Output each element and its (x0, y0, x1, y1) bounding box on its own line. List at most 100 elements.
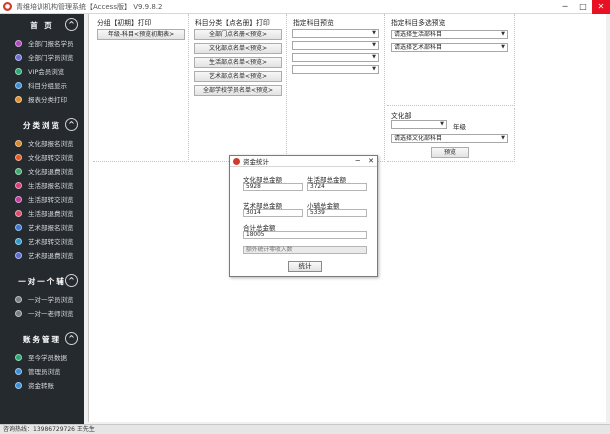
sidebar-item-tutor-students[interactable]: 一对一学员浏览 (0, 292, 84, 306)
app-logo-icon: ● (3, 2, 12, 11)
transfer-icon (15, 195, 22, 203)
panel-multi-subject: 指定科目多选预览 请选择生活部科目 ▼ 请选择艺术部科目 ▼ (387, 14, 515, 106)
culture-roll-preview-button[interactable]: 文化部点名单<预览> (194, 43, 282, 54)
panel-grade-print: 分组【初期】打印 年级-科目<预览初期表> (93, 14, 189, 162)
school-roll-preview-button[interactable]: 全部学校学员名单<预览> (194, 85, 282, 96)
culture-preview-button[interactable]: 预览 (431, 147, 469, 158)
dialog-close-button[interactable]: ✕ (368, 157, 374, 165)
specified-combo-3[interactable]: ▼ (292, 53, 379, 62)
sidebar-item-tutor-teachers[interactable]: 一对一老师浏览 (0, 306, 84, 320)
dropdown-arrow-icon: ▼ (372, 30, 376, 36)
list-icon (15, 223, 22, 231)
dialog-title: 资金统计 (243, 158, 269, 166)
refund-icon (15, 209, 22, 217)
sidebar-section-finance[interactable]: 账务管理 ^ (0, 328, 84, 350)
title-bar: ● 青维培训机构管理系统【Access版】 V9.9.8.2 ─ □ ✕ (0, 0, 610, 14)
dropdown-arrow-icon: ▼ (372, 42, 376, 48)
dropdown-arrow-icon: ▼ (501, 31, 505, 37)
art-total-field[interactable]: 3014 (243, 209, 303, 217)
dialog-minimize-button[interactable]: ─ (356, 157, 360, 165)
panel-culture: 文化部 ▼ 年级 请选择文化部科目 ▼ 预览 (387, 108, 515, 162)
print-icon (15, 95, 22, 103)
sidebar-item-art-refund[interactable]: 艺术部退费浏览 (0, 248, 84, 262)
dropdown-arrow-icon: ▼ (440, 121, 444, 127)
specified-combo-4[interactable]: ▼ (292, 65, 379, 74)
dialog-title-bar: 资金统计 ─ ✕ (230, 156, 377, 167)
tutor-total-field[interactable]: 5339 (307, 209, 367, 217)
admin-icon (15, 367, 22, 375)
group-icon (15, 81, 22, 89)
refund-icon (15, 251, 22, 259)
sidebar-item-art-enroll[interactable]: 艺术部报名浏览 (0, 220, 84, 234)
list-icon (15, 181, 22, 189)
maximize-button[interactable]: □ (574, 0, 592, 14)
sidebar-section-tutoring[interactable]: 一对一个辅 ^ (0, 270, 84, 292)
dropdown-arrow-icon: ▼ (372, 54, 376, 60)
sidebar-item-admin[interactable]: 管理员浏览 (0, 364, 84, 378)
grand-total-field[interactable]: 18005 (243, 231, 367, 239)
culture-subject-combo[interactable]: 请选择文化部科目 ▼ (391, 134, 508, 143)
all-roll-preview-button[interactable]: 全部门点名册<预览> (194, 29, 282, 40)
fund-stats-dialog: 资金统计 ─ ✕ 文化部总金额 5928 生活部总金额 3724 艺术部总金额 … (229, 155, 378, 277)
window-title: 青维培训机构管理系统【Access版】 V9.9.8.2 (16, 2, 163, 11)
sidebar-item-all-enrolled[interactable]: 全部门报名学员 (0, 36, 84, 50)
panel-title-subject: 科目分类【点名册】打印 (195, 19, 270, 27)
refund-icon (15, 167, 22, 175)
sidebar-section-category[interactable]: 分类浏览 ^ (0, 114, 84, 136)
extra-stats-field[interactable]: 额外统计零收入数 (243, 246, 367, 254)
grade-preview-button[interactable]: 年级-科目<预览初期表> (97, 29, 185, 40)
collapse-icon[interactable]: ^ (65, 118, 78, 131)
teacher-icon (15, 309, 22, 317)
sidebar-item-all-students[interactable]: 全部门学员浏览 (0, 50, 84, 64)
dropdown-arrow-icon: ▼ (501, 44, 505, 50)
money-icon (15, 381, 22, 389)
sidebar-item-life-transfer[interactable]: 生活部转交浏览 (0, 192, 84, 206)
art-subject-combo[interactable]: 请选择艺术部科目 ▼ (391, 43, 508, 52)
sidebar-section-home[interactable]: 首 页 ^ (0, 14, 84, 36)
calculate-button[interactable]: 统计 (288, 261, 322, 272)
status-bar: 咨询热线：13986729726 王先生 (0, 424, 610, 434)
close-button[interactable]: ✕ (592, 0, 610, 14)
transfer-icon (15, 153, 22, 161)
collapse-icon[interactable]: ^ (65, 18, 78, 31)
student-icon (15, 295, 22, 303)
sidebar-item-report-print[interactable]: 报表分类打印 (0, 92, 84, 106)
users-icon (15, 53, 22, 61)
sidebar-item-student-data[interactable]: 至今学员数据 (0, 350, 84, 364)
life-roll-preview-button[interactable]: 生活部点名单<预览> (194, 57, 282, 68)
sidebar-item-life-refund[interactable]: 生活部退费浏览 (0, 206, 84, 220)
panel-title-culture: 文化部 (391, 112, 412, 120)
panel-title-specified: 指定科目预览 (293, 19, 334, 27)
sidebar-item-art-transfer[interactable]: 艺术部转交浏览 (0, 234, 84, 248)
vip-icon (15, 67, 22, 75)
sidebar-item-culture-transfer[interactable]: 文化部转交浏览 (0, 150, 84, 164)
transfer-icon (15, 237, 22, 245)
panel-title-multi: 指定科目多选预览 (391, 19, 446, 27)
grade-label: 年级 (453, 123, 466, 131)
art-roll-preview-button[interactable]: 艺术部点名单<预览> (194, 71, 282, 82)
sidebar-item-culture-refund[interactable]: 文化部退费浏览 (0, 164, 84, 178)
sidebar: 首 页 ^ 全部门报名学员 全部门学员浏览 VIP会员浏览 科目分组显示 报表分… (0, 14, 84, 424)
sidebar-item-vip[interactable]: VIP会员浏览 (0, 64, 84, 78)
data-icon (15, 353, 22, 361)
specified-combo-1[interactable]: ▼ (292, 29, 379, 38)
life-subject-combo[interactable]: 请选择生活部科目 ▼ (391, 30, 508, 39)
user-icon (15, 39, 22, 47)
dropdown-arrow-icon: ▼ (372, 66, 376, 72)
panel-title-grade: 分组【初期】打印 (97, 19, 152, 27)
sidebar-item-fund-transfer[interactable]: 资金转账 (0, 378, 84, 392)
dropdown-arrow-icon: ▼ (501, 135, 505, 141)
panel-specified-subject: 指定科目预览 ▼ ▼ ▼ ▼ (289, 14, 385, 162)
collapse-icon[interactable]: ^ (65, 332, 78, 345)
dialog-app-icon (233, 157, 240, 165)
specified-combo-2[interactable]: ▼ (292, 41, 379, 50)
sidebar-item-culture-enroll[interactable]: 文化部报名浏览 (0, 136, 84, 150)
collapse-icon[interactable]: ^ (65, 274, 78, 287)
minimize-button[interactable]: ─ (556, 0, 574, 14)
panel-subject-print: 科目分类【点名册】打印 全部门点名册<预览> 文化部点名单<预览> 生活部点名单… (191, 14, 287, 162)
sidebar-item-life-enroll[interactable]: 生活部报名浏览 (0, 178, 84, 192)
culture-grade-combo[interactable]: ▼ (391, 120, 447, 129)
sidebar-item-subject-group[interactable]: 科目分组显示 (0, 78, 84, 92)
life-total-field[interactable]: 3724 (307, 183, 367, 191)
culture-total-field[interactable]: 5928 (243, 183, 303, 191)
